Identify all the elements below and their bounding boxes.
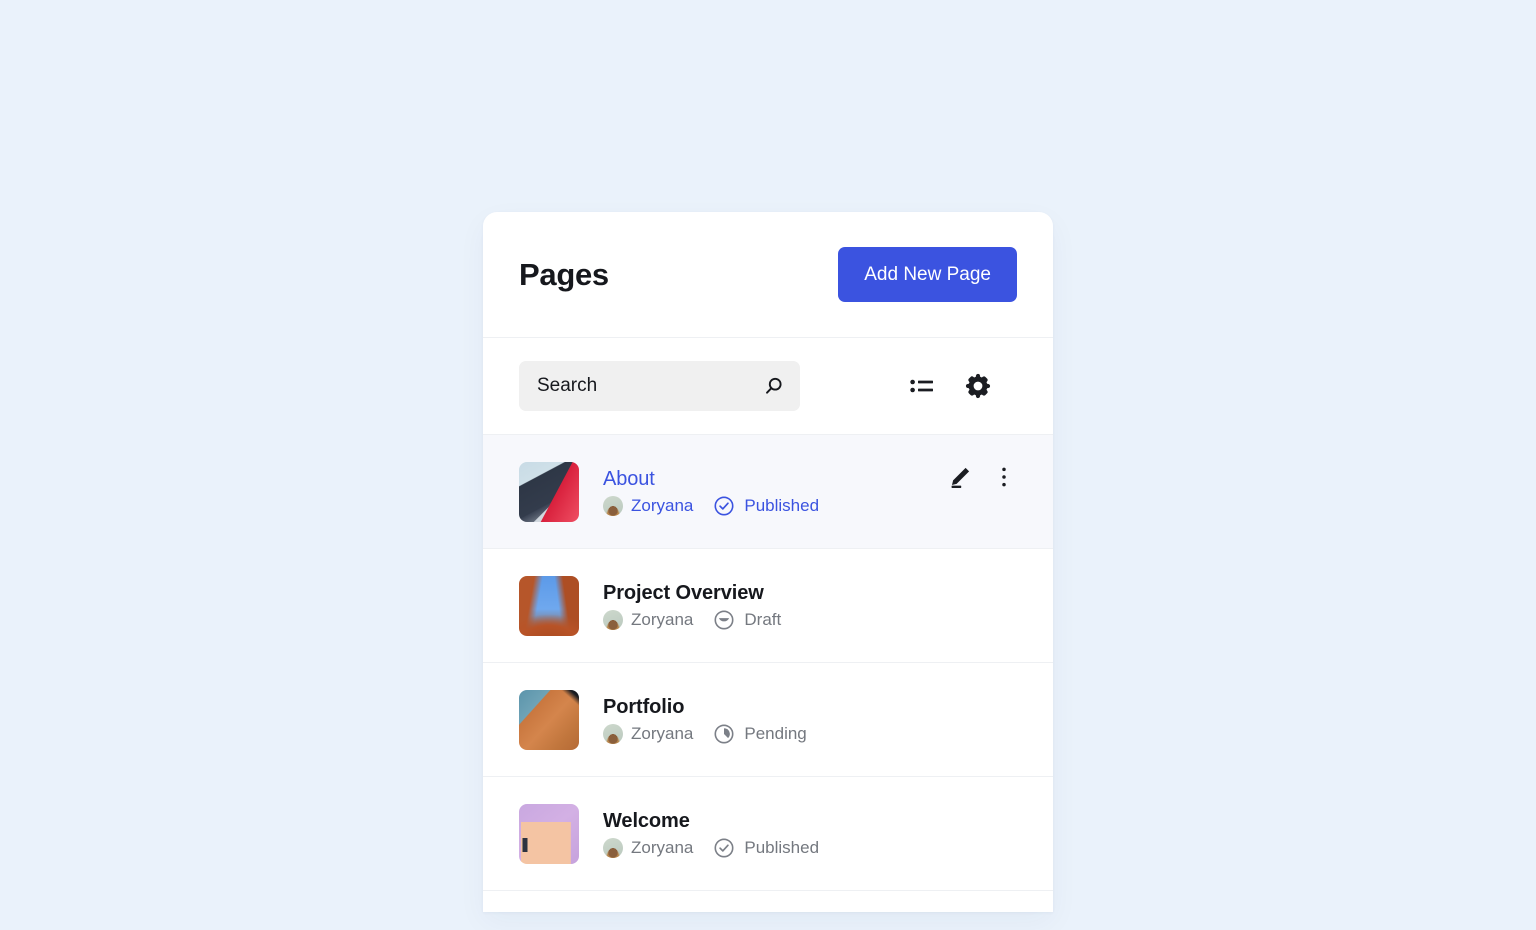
page-name-link[interactable]: Welcome <box>603 809 819 834</box>
pages-list: About Zoryana Published Project Overview Zor… <box>483 435 1053 891</box>
add-new-page-button[interactable]: Add New Page <box>838 247 1017 302</box>
avatar <box>603 723 623 744</box>
author-name[interactable]: Zoryana <box>631 496 693 516</box>
table-row[interactable]: Project Overview Zoryana Draft <box>483 549 1053 663</box>
author-name[interactable]: Zoryana <box>631 838 693 858</box>
avatar <box>603 495 623 516</box>
table-row[interactable]: Welcome Zoryana Published <box>483 777 1053 891</box>
check-circle-icon <box>714 838 734 857</box>
pending-clock-icon <box>714 724 734 743</box>
row-meta: Zoryana Published <box>603 495 819 517</box>
panel-header: Pages Add New Page <box>483 212 1053 338</box>
status-badge[interactable]: Published <box>713 837 819 859</box>
status-label: Pending <box>744 723 807 743</box>
status-label: Published <box>744 495 820 515</box>
row-actions <box>947 466 1017 518</box>
status-badge[interactable]: Published <box>713 495 819 517</box>
status-badge[interactable]: Pending <box>713 723 807 745</box>
orange-dune-teal-sky-thumbnail[interactable] <box>519 689 579 750</box>
pencil-icon <box>948 465 972 492</box>
author-name[interactable]: Zoryana <box>631 610 693 630</box>
row-text: About Zoryana Published <box>603 467 819 517</box>
page-name-link[interactable]: About <box>603 467 819 492</box>
architecture-navy-red-thumbnail[interactable] <box>519 461 579 522</box>
status-badge[interactable]: Draft <box>713 609 781 631</box>
table-row[interactable]: About Zoryana Published <box>483 435 1053 549</box>
more-options-button[interactable] <box>991 466 1017 492</box>
row-text: Portfolio Zoryana Pending <box>603 695 807 745</box>
search-field[interactable] <box>519 361 800 411</box>
draft-circle-icon <box>714 610 734 629</box>
search-input[interactable] <box>519 361 800 411</box>
row-text: Project Overview Zoryana Draft <box>603 581 781 631</box>
more-vertical-icon <box>992 465 1016 492</box>
page-name-link[interactable]: Portfolio <box>603 695 807 720</box>
row-meta: Zoryana Published <box>603 837 819 859</box>
page-name-link[interactable]: Project Overview <box>603 581 781 606</box>
pages-panel: Pages Add New Page Search About Zoryana … <box>483 212 1053 912</box>
author-name[interactable]: Zoryana <box>631 724 693 744</box>
toolbar-actions <box>909 373 1017 399</box>
row-meta: Zoryana Pending <box>603 723 807 745</box>
row-meta: Zoryana Draft <box>603 609 781 631</box>
panel-toolbar <box>483 338 1053 435</box>
avatar <box>603 609 623 630</box>
rust-sculpture-blue-sky-thumbnail[interactable] <box>519 575 579 636</box>
background-gradient-blob <box>1060 150 1536 930</box>
row-text: Welcome Zoryana Published <box>603 809 819 859</box>
page-title: Pages <box>519 256 609 292</box>
settings-button[interactable] <box>965 373 991 399</box>
status-label: Draft <box>744 609 782 629</box>
edit-page-button[interactable] <box>947 466 973 492</box>
search-icon[interactable] <box>762 374 786 398</box>
list-view-button[interactable] <box>909 373 935 399</box>
check-circle-icon <box>714 496 734 515</box>
table-row[interactable]: Portfolio Zoryana Pending <box>483 663 1053 777</box>
status-label: Published <box>744 837 820 857</box>
lavender-peach-wall-thumbnail[interactable] <box>519 803 579 864</box>
avatar <box>603 837 623 858</box>
